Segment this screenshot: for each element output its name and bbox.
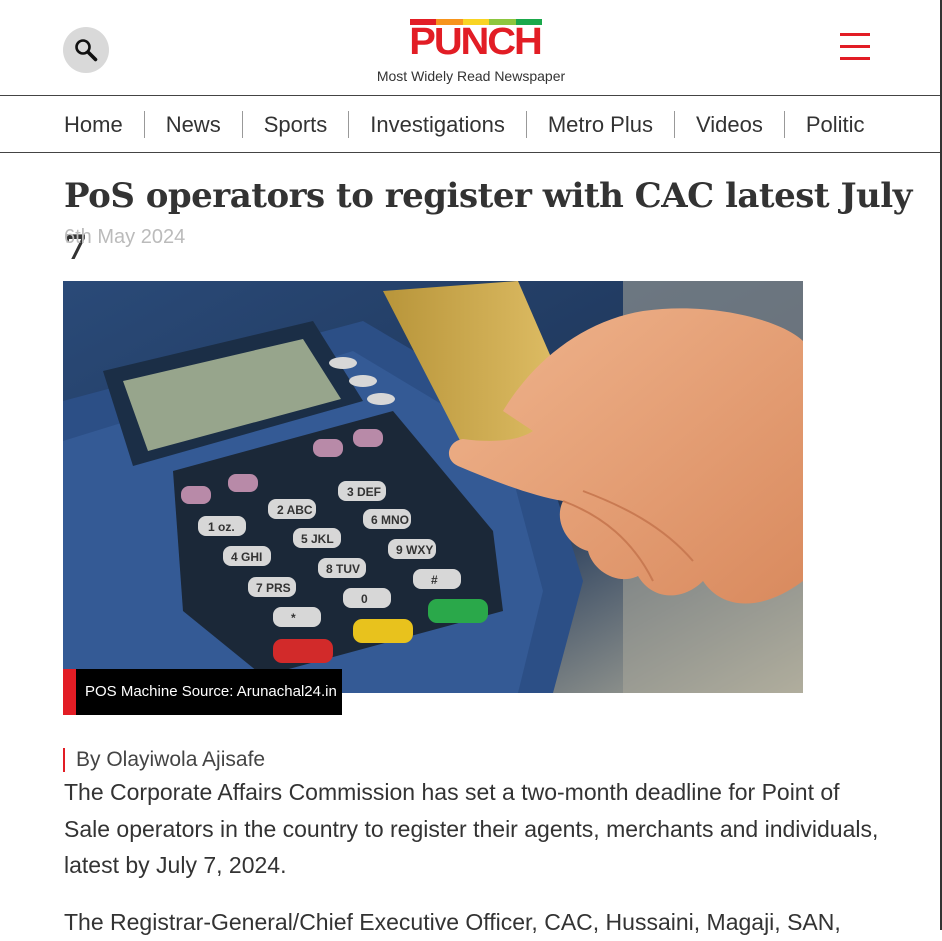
menu-bar bbox=[840, 45, 870, 48]
punch-logo[interactable]: PUNCH bbox=[405, 18, 545, 62]
nav-item-metro-plus[interactable]: Metro Plus bbox=[525, 110, 674, 138]
svg-text:6 MNO: 6 MNO bbox=[371, 513, 409, 527]
article-hero-image: 1 oz. 2 ABC 3 DEF 4 GHI 5 JKL 6 MNO 7 PR… bbox=[63, 281, 803, 693]
logo-text: PUNCH bbox=[409, 21, 542, 63]
svg-text:1 oz.: 1 oz. bbox=[208, 520, 235, 534]
svg-text:5 JKL: 5 JKL bbox=[301, 532, 334, 546]
svg-text:3 DEF: 3 DEF bbox=[347, 485, 381, 499]
article-paragraph: The Corporate Affairs Commission has set… bbox=[64, 779, 879, 878]
site-tagline: Most Widely Read Newspaper bbox=[376, 68, 566, 84]
svg-text:*: * bbox=[291, 611, 296, 625]
menu-bar bbox=[840, 57, 870, 60]
search-button[interactable] bbox=[63, 27, 109, 73]
image-caption: POS Machine Source: Arunachal24.in bbox=[63, 669, 342, 715]
svg-text:9 WXY: 9 WXY bbox=[396, 543, 433, 557]
article-byline[interactable]: By Olayiwola Ajisafe bbox=[63, 748, 265, 772]
nav-item-videos[interactable]: Videos bbox=[673, 110, 784, 138]
pos-machine-illustration: 1 oz. 2 ABC 3 DEF 4 GHI 5 JKL 6 MNO 7 PR… bbox=[63, 281, 803, 693]
article-paragraph: The Registrar-General/Chief Executive Of… bbox=[64, 909, 841, 935]
site-header: PUNCH Most Widely Read Newspaper bbox=[0, 0, 940, 95]
svg-text:4 GHI: 4 GHI bbox=[231, 550, 262, 564]
main-nav: Home News Sports Investigations Metro Pl… bbox=[0, 95, 940, 153]
nav-item-news[interactable]: News bbox=[143, 110, 242, 138]
article-date: 6th May 2024 bbox=[64, 226, 186, 248]
svg-text:0: 0 bbox=[361, 592, 368, 606]
nav-item-politics[interactable]: Politic bbox=[783, 110, 886, 138]
nav-item-investigations[interactable]: Investigations bbox=[348, 110, 526, 138]
hamburger-menu-icon[interactable] bbox=[838, 33, 872, 63]
nav-item-sports[interactable]: Sports bbox=[241, 110, 349, 138]
svg-text:7 PRS: 7 PRS bbox=[256, 581, 291, 595]
image-caption-text: POS Machine Source: Arunachal24.in bbox=[85, 683, 337, 700]
search-icon bbox=[75, 39, 98, 62]
menu-bar bbox=[840, 33, 870, 36]
article-title: PoS operators to register with CAC lates… bbox=[64, 176, 912, 268]
nav-item-home[interactable]: Home bbox=[64, 111, 144, 138]
svg-text:8 TUV: 8 TUV bbox=[326, 562, 360, 576]
svg-text:#: # bbox=[431, 573, 438, 587]
svg-text:2 ABC: 2 ABC bbox=[277, 503, 313, 517]
